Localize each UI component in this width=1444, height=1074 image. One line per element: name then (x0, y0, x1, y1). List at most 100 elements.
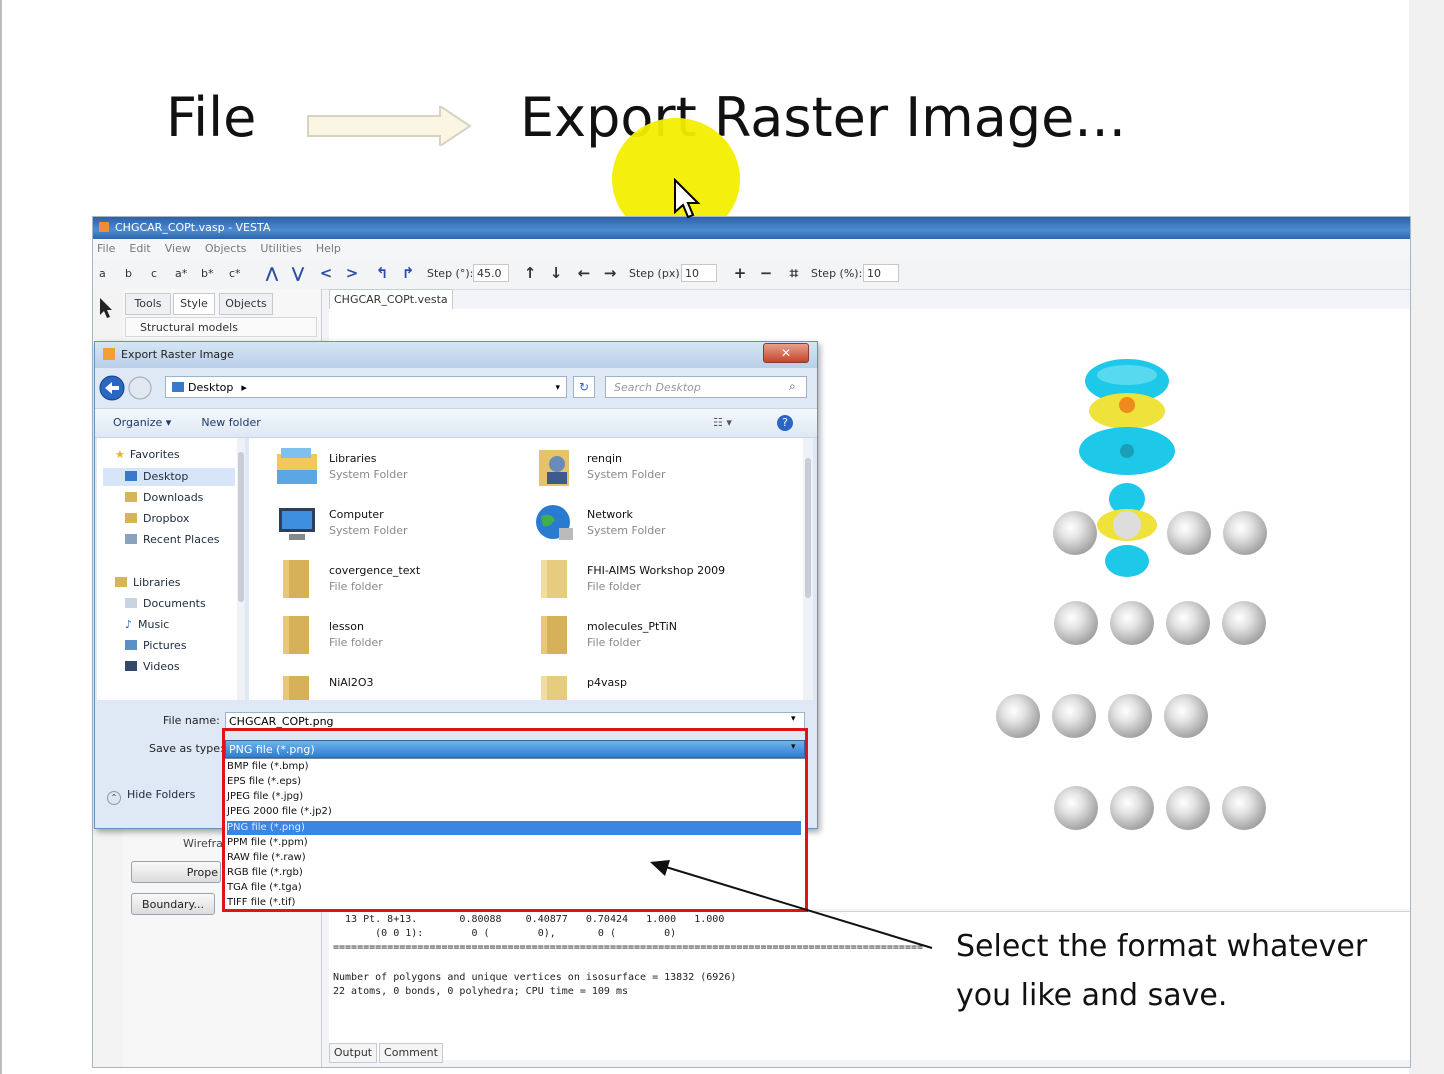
file-scrollbar[interactable] (803, 438, 813, 700)
refresh-icon[interactable]: ↻ (573, 376, 595, 398)
file-scroll-thumb[interactable] (805, 458, 811, 598)
nav-downloads[interactable]: Downloads (125, 489, 203, 507)
address-bar[interactable]: Desktop ▸ ▾ (165, 376, 567, 398)
menu-utilities[interactable]: Utilities (260, 242, 301, 255)
step-export-label: Export Raster Image... (520, 86, 1126, 149)
view-c-star-button[interactable]: c* (229, 267, 241, 281)
slide-left-border (0, 0, 2, 1074)
menu-view[interactable]: View (165, 242, 191, 255)
nav-scrollbar[interactable] (237, 438, 245, 700)
document-tab[interactable]: CHGCAR_COPt.vesta (329, 289, 453, 309)
translate-left-icon[interactable]: ← (575, 264, 593, 282)
file-item-covergence-text[interactable]: covergence_text File folder (275, 556, 525, 604)
translate-right-icon[interactable]: → (601, 264, 619, 282)
mouse-cursor-icon (674, 178, 701, 219)
tab-comment[interactable]: Comment (379, 1043, 443, 1063)
properties-button[interactable]: Prope (131, 861, 221, 883)
file-item-molecules[interactable]: molecules_PtTiN File folder (533, 612, 783, 660)
tab-output[interactable]: Output (329, 1043, 377, 1063)
file-item-fhi-aims[interactable]: FHI-AIMS Workshop 2009 File folder (533, 556, 783, 604)
nav-documents[interactable]: Documents (125, 595, 206, 613)
view-options-icon[interactable]: ☷ ▾ (713, 409, 732, 437)
file-item-libraries[interactable]: Libraries System Folder (275, 444, 525, 492)
tab-tools[interactable]: Tools (125, 293, 171, 315)
new-folder-button[interactable]: New folder (201, 416, 260, 429)
rotate-right-icon[interactable]: > (343, 264, 361, 282)
step-degree-input[interactable]: 45.0 (473, 264, 509, 282)
documents-icon (125, 598, 137, 608)
organize-menu[interactable]: Organize ▾ (113, 416, 171, 429)
libraries-icon (115, 577, 127, 587)
file-item-renqin[interactable]: renqin System Folder (533, 444, 783, 492)
atom (1164, 694, 1208, 738)
nav-desktop[interactable]: Desktop (103, 468, 235, 486)
nav-dropbox[interactable]: Dropbox (125, 510, 189, 528)
dialog-title: Export Raster Image (121, 348, 234, 361)
vesta-icon (103, 348, 115, 360)
translate-up-icon[interactable]: ↑ (521, 264, 539, 282)
annotation-arrow-icon (650, 860, 933, 949)
hide-folders-toggle[interactable]: ⌃ Hide Folders (107, 788, 195, 805)
select-tool-icon[interactable] (98, 297, 114, 319)
nav-music[interactable]: ♪ Music (125, 616, 169, 634)
atom (1110, 601, 1154, 645)
libraries-icon (277, 448, 317, 484)
rotate-left-icon[interactable]: < (317, 264, 335, 282)
zoom-out-icon[interactable]: − (757, 264, 775, 282)
file-item-nial2o3[interactable]: NiAl2O3 (275, 668, 525, 700)
close-button[interactable]: ✕ (763, 343, 809, 363)
search-input[interactable]: Search Desktop (605, 376, 807, 398)
menu-objects[interactable]: Objects (205, 242, 247, 255)
file-item-computer[interactable]: Computer System Folder (275, 500, 525, 548)
nav-scroll-thumb[interactable] (238, 452, 244, 602)
file-item-lesson[interactable]: lesson File folder (275, 612, 525, 660)
desktop-icon (172, 382, 184, 392)
boundary-button[interactable]: Boundary... (131, 893, 215, 915)
note-line-1: Select the format whatever (956, 929, 1368, 964)
zoom-in-icon[interactable]: + (731, 264, 749, 282)
forward-icon[interactable] (127, 375, 153, 401)
nav-pictures[interactable]: Pictures (125, 637, 187, 655)
breadcrumb-arrow-icon[interactable]: ▸ (241, 381, 247, 394)
help-icon[interactable]: ? (777, 415, 793, 431)
view-b-star-button[interactable]: b* (201, 267, 213, 281)
rotate-ccw-icon[interactable]: ↰ (373, 264, 391, 282)
file-item-network[interactable]: Network System Folder (533, 500, 783, 548)
tab-objects[interactable]: Objects (219, 293, 273, 315)
desktop-icon (125, 471, 137, 481)
folder-icon (283, 616, 309, 654)
tab-style[interactable]: Style (173, 293, 215, 315)
view-c-button[interactable]: c (151, 267, 157, 281)
step-pct-input[interactable]: 10 (863, 264, 899, 282)
nav-recent-places[interactable]: Recent Places (125, 531, 220, 549)
menu-help[interactable]: Help (316, 242, 341, 255)
view-a-star-button[interactable]: a* (175, 267, 187, 281)
atom (1110, 786, 1154, 830)
window-title: CHGCAR_COPt.vasp - VESTA (115, 221, 271, 234)
atom (1222, 601, 1266, 645)
dialog-title-bar: Export Raster Image (95, 342, 817, 368)
user-folder-icon (539, 450, 569, 486)
atom (1167, 511, 1211, 555)
folder-icon (283, 560, 309, 598)
rotate-down-icon[interactable]: ⋁ (289, 264, 307, 282)
navigation-pane: ★ Favorites Desktop Downloads Dropbox Rec… (97, 438, 245, 700)
rotate-up-icon[interactable]: ⋀ (263, 264, 281, 282)
file-name-dropdown-icon[interactable]: ▾ (791, 714, 796, 724)
rotate-cw-icon[interactable]: ↱ (399, 264, 417, 282)
view-a-button[interactable]: a (99, 267, 106, 281)
nav-favorites[interactable]: ★ Favorites (115, 446, 180, 464)
menu-edit[interactable]: Edit (129, 242, 150, 255)
back-icon[interactable] (99, 375, 125, 401)
address-dropdown-icon[interactable]: ▾ (555, 377, 560, 399)
translate-down-icon[interactable]: ↓ (547, 264, 565, 282)
nav-libraries[interactable]: Libraries (115, 574, 181, 592)
nav-videos[interactable]: Videos (125, 658, 180, 676)
step-px-input[interactable]: 10 (681, 264, 717, 282)
save-type-label: Save as type: (149, 742, 224, 755)
window-title-bar: CHGCAR_COPt.vasp - VESTA (93, 217, 1410, 239)
view-b-button[interactable]: b (125, 267, 132, 281)
menu-file[interactable]: File (97, 242, 115, 255)
fit-view-icon[interactable]: ⌗ (785, 264, 803, 282)
file-item-p4vasp[interactable]: p4vasp (533, 668, 783, 700)
